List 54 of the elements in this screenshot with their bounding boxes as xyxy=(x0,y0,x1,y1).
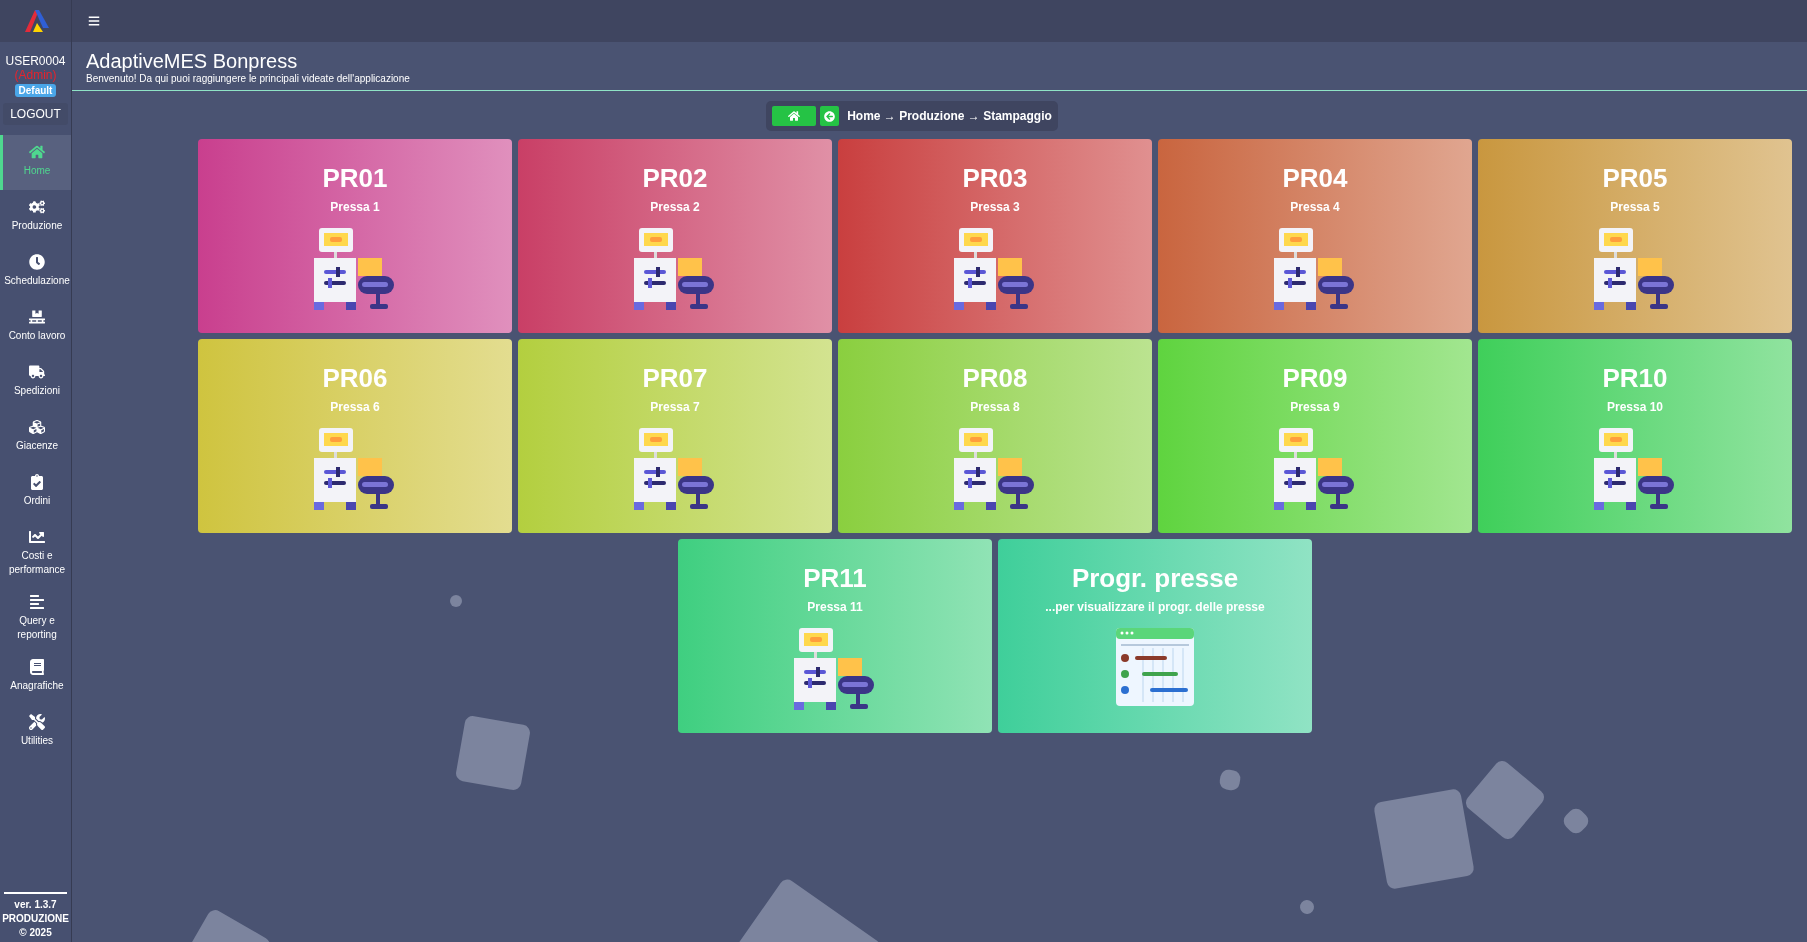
boxes-icon xyxy=(29,419,45,435)
page-title: AdaptiveMES Bonpress xyxy=(86,50,299,73)
profile-badge: Default xyxy=(14,84,57,97)
gantt-chart-icon xyxy=(1116,628,1194,706)
press-machine-icon xyxy=(794,628,876,710)
sidebar-item[interactable]: Home xyxy=(0,135,71,190)
press-machine-icon xyxy=(1594,228,1676,310)
home-icon xyxy=(788,110,801,122)
page-subtitle: Benvenuto! Da qui puoi raggiungere le principali videate dell'applicazione xyxy=(86,73,411,84)
navigation-card[interactable]: PR03 Pressa 3 xyxy=(838,139,1152,333)
navigation-card[interactable]: PR05 Pressa 5 xyxy=(1478,139,1792,333)
back-arrow-icon xyxy=(824,110,836,122)
press-machine-icon xyxy=(1594,428,1676,510)
line-chart-icon xyxy=(29,529,45,545)
press-machine-icon xyxy=(954,428,1036,510)
pallet-icon xyxy=(29,309,45,325)
logout-button[interactable]: LOGOUT xyxy=(3,103,68,125)
back-button[interactable] xyxy=(820,106,840,126)
breadcrumb-path: Home → Produzione → Stampaggio xyxy=(847,109,1052,123)
gears-icon xyxy=(29,199,45,215)
home-icon xyxy=(29,144,45,160)
clipboard-check-icon xyxy=(29,474,45,490)
sidebar-item[interactable]: Conto lavoro xyxy=(0,300,71,355)
sidebar-item[interactable]: Ordini xyxy=(0,465,71,520)
tools-icon xyxy=(29,714,45,730)
navigation-card[interactable]: PR10 Pressa 10 xyxy=(1478,339,1792,533)
version-footer: ver. 1.3.7 PRODUZIONE © 2025 xyxy=(4,892,67,942)
user-name: USER0004 xyxy=(4,54,67,68)
sidebar-item[interactable]: Costi e performance xyxy=(0,520,71,585)
menu-icon xyxy=(88,15,100,27)
navigation-card[interactable]: Progr. presse ...per visualizzare il progr. delle presse xyxy=(998,539,1312,733)
sidebar-item[interactable]: Query e reporting xyxy=(0,585,71,650)
navigation-card[interactable]: PR01 Pressa 1 xyxy=(198,139,512,333)
press-machine-icon xyxy=(954,228,1036,310)
clock-icon xyxy=(29,254,45,270)
navigation-card[interactable]: PR02 Pressa 2 xyxy=(518,139,832,333)
sidebar-item[interactable]: Anagrafiche xyxy=(0,650,71,705)
sidebar-item[interactable]: Produzione xyxy=(0,190,71,245)
sidebar-item[interactable]: Giacenze xyxy=(0,410,71,465)
truck-icon xyxy=(29,364,45,380)
sidebar-item[interactable]: Schedulazione xyxy=(0,245,71,300)
home-button[interactable] xyxy=(772,106,817,126)
press-machine-icon xyxy=(1274,228,1356,310)
book-icon xyxy=(29,659,45,675)
list-icon xyxy=(29,594,45,610)
sidebar-item[interactable]: Utilities xyxy=(0,705,71,760)
press-machine-icon xyxy=(314,228,396,310)
sidebar-item[interactable]: Spedizioni xyxy=(0,355,71,410)
press-machine-icon xyxy=(634,228,716,310)
navigation-card[interactable]: PR04 Pressa 4 xyxy=(1158,139,1472,333)
press-machine-icon xyxy=(1274,428,1356,510)
press-machine-icon xyxy=(314,428,396,510)
user-role: (Admin) xyxy=(13,68,58,82)
press-machine-icon xyxy=(634,428,716,510)
